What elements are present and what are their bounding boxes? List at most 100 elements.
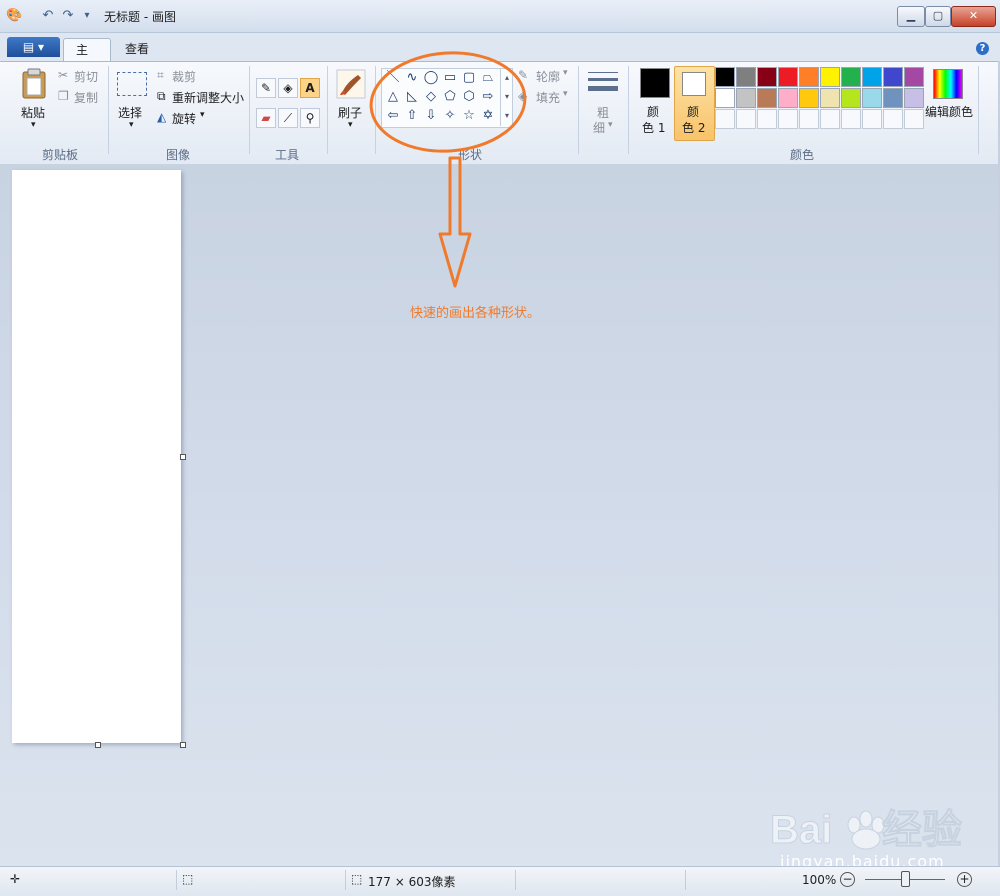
resize-handle-bottom[interactable] <box>95 742 101 748</box>
palette-swatch[interactable] <box>883 67 903 87</box>
palette-swatch[interactable] <box>820 67 840 87</box>
eraser-icon[interactable]: ▰ <box>256 108 276 128</box>
paste-icon[interactable] <box>20 68 48 100</box>
tools-group-label: 工具 <box>274 148 299 162</box>
divider <box>578 66 579 154</box>
svg-text:Bai: Bai <box>770 808 832 852</box>
size-dropdown-icon[interactable]: ▾ <box>608 120 613 130</box>
pencil-icon[interactable]: ✎ <box>256 78 276 98</box>
color2-swatch[interactable] <box>682 72 706 96</box>
annotation-overlay <box>369 51 527 288</box>
maximize-button[interactable]: ▢ <box>925 6 951 27</box>
palette-swatch[interactable] <box>757 88 777 108</box>
palette-swatch[interactable] <box>862 67 882 87</box>
crop-button[interactable]: 裁剪 <box>172 68 196 85</box>
cursor-position-icon: ✛ <box>10 872 21 886</box>
window-title: 无标题 - 画图 <box>104 10 176 24</box>
rotate-dropdown-icon[interactable]: ▾ <box>200 110 205 120</box>
palette-swatch[interactable] <box>841 67 861 87</box>
paint-app-icon[interactable]: 🎨 <box>6 8 22 24</box>
palette-custom-slot[interactable] <box>820 109 840 129</box>
palette-custom-slot[interactable] <box>862 109 882 129</box>
cut-button[interactable]: 剪切 <box>74 68 98 85</box>
brushes-button[interactable]: 刷子 <box>338 104 362 121</box>
divider <box>978 66 979 154</box>
divider <box>628 66 629 154</box>
color-picker-icon[interactable]: ⟋ <box>278 108 298 128</box>
paste-dropdown-icon[interactable]: ▾ <box>31 120 36 130</box>
crop-icon: ⌗ <box>157 68 164 82</box>
palette-custom-slot[interactable] <box>736 109 756 129</box>
palette-custom-slot[interactable] <box>841 109 861 129</box>
palette-swatch[interactable] <box>736 67 756 87</box>
color1-button[interactable]: 色 1 <box>642 119 665 136</box>
rotate-button[interactable]: 旋转 <box>172 110 196 127</box>
fill-dropdown-icon[interactable]: ▾ <box>563 89 568 99</box>
palette-swatch[interactable] <box>799 88 819 108</box>
palette-swatch[interactable] <box>904 88 924 108</box>
palette-swatch[interactable] <box>736 88 756 108</box>
minimize-button[interactable]: ▁ <box>897 6 925 27</box>
divider <box>108 66 109 154</box>
qat-dropdown-icon[interactable]: ▾ <box>79 8 95 24</box>
canvas-size-icon: ⬚ <box>351 872 363 886</box>
help-icon[interactable]: ? <box>976 42 989 55</box>
size-icon[interactable] <box>588 72 618 96</box>
redo-icon[interactable]: ↷ <box>60 8 76 24</box>
color-palette <box>715 67 925 131</box>
select-dropdown-icon[interactable]: ▾ <box>129 120 134 130</box>
palette-swatch[interactable] <box>778 67 798 87</box>
palette-swatch[interactable] <box>841 88 861 108</box>
fill-bucket-icon[interactable]: ◈ <box>278 78 298 98</box>
palette-swatch[interactable] <box>862 88 882 108</box>
image-group-label: 图像 <box>165 148 190 162</box>
palette-swatch[interactable] <box>883 88 903 108</box>
tab-view[interactable]: 查看 <box>113 38 161 61</box>
zoom-out-button[interactable]: − <box>840 872 855 887</box>
palette-swatch[interactable] <box>778 88 798 108</box>
palette-custom-slot[interactable] <box>715 109 735 129</box>
palette-swatch[interactable] <box>715 67 735 87</box>
palette-custom-slot[interactable] <box>778 109 798 129</box>
colors-group-label: 颜色 <box>789 148 814 162</box>
resize-button[interactable]: 重新调整大小 <box>172 89 244 106</box>
paste-button[interactable]: 粘贴 <box>21 104 45 121</box>
palette-custom-slot[interactable] <box>799 109 819 129</box>
color1-swatch[interactable] <box>640 68 670 98</box>
palette-custom-slot[interactable] <box>757 109 777 129</box>
svg-text:经验: 经验 <box>882 808 962 852</box>
annotation-text: 快速的画出各种形状。 <box>410 306 541 321</box>
select-icon[interactable] <box>117 72 147 96</box>
color2-button[interactable]: 色 2 <box>682 119 705 136</box>
palette-swatch[interactable] <box>820 88 840 108</box>
brushes-dropdown-icon[interactable]: ▾ <box>348 120 353 130</box>
palette-swatch[interactable] <box>799 67 819 87</box>
outline-dropdown-icon[interactable]: ▾ <box>563 68 568 78</box>
size-button[interactable]: 细 <box>593 119 605 136</box>
divider <box>515 870 516 890</box>
app-menu-button[interactable]: ▤ ▾ <box>7 37 60 57</box>
canvas-size-text: 177 × 603像素 <box>368 875 456 889</box>
select-button[interactable]: 选择 <box>118 104 142 121</box>
zoom-slider-thumb[interactable] <box>901 871 910 887</box>
edit-colors-button[interactable]: 编辑颜色 <box>925 103 973 120</box>
palette-swatch[interactable] <box>757 67 777 87</box>
tab-home[interactable]: 主页 <box>63 38 111 79</box>
zoom-in-button[interactable]: + <box>957 872 972 887</box>
copy-icon: ❐ <box>58 89 69 103</box>
resize-handle-corner[interactable] <box>180 742 186 748</box>
undo-icon[interactable]: ↶ <box>40 8 56 24</box>
resize-handle-right[interactable] <box>180 454 186 460</box>
palette-swatch[interactable] <box>904 67 924 87</box>
edit-colors-icon[interactable] <box>933 69 963 99</box>
text-tool-icon[interactable]: A <box>300 78 320 98</box>
close-button[interactable]: ✕ <box>951 6 996 27</box>
magnifier-icon[interactable]: ⚲ <box>300 108 320 128</box>
drawing-canvas[interactable] <box>12 170 181 743</box>
clipboard-group-label: 剪贴板 <box>41 148 78 162</box>
palette-custom-slot[interactable] <box>904 109 924 129</box>
palette-custom-slot[interactable] <box>883 109 903 129</box>
palette-swatch[interactable] <box>715 88 735 108</box>
copy-button[interactable]: 复制 <box>74 89 98 106</box>
divider <box>685 870 686 890</box>
